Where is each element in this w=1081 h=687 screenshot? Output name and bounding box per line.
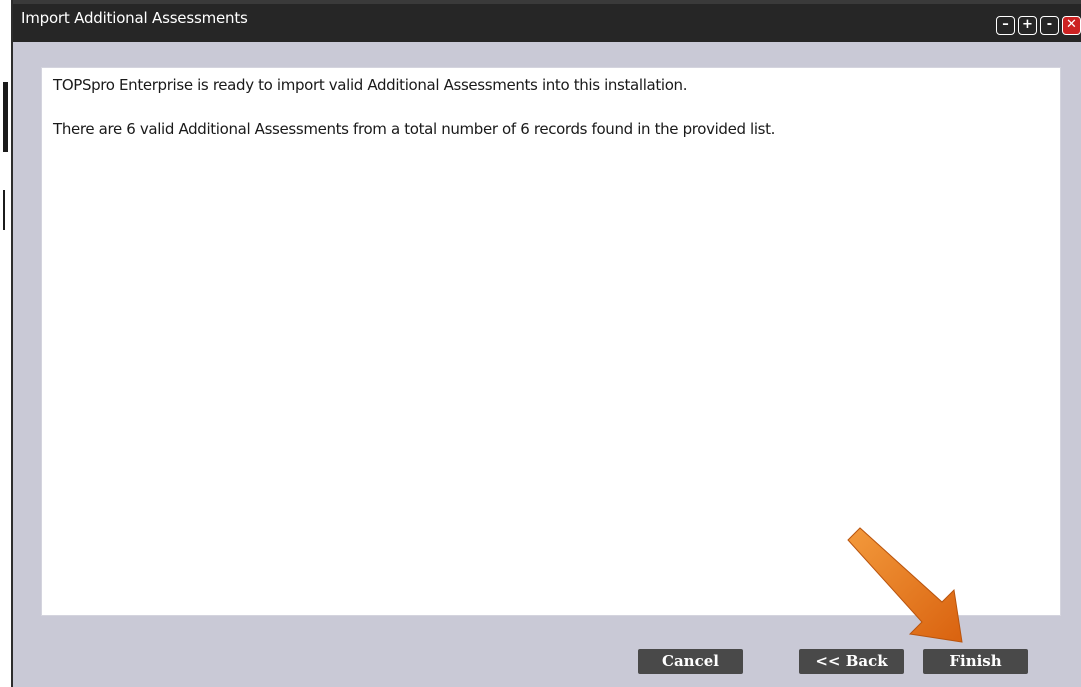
title-bar[interactable]: Import Additional Assessments – + - ✕ <box>13 0 1081 42</box>
message-panel: TOPSpro Enterprise is ready to import va… <box>41 67 1061 616</box>
maximize-icon[interactable]: + <box>1018 16 1037 35</box>
ready-message: TOPSpro Enterprise is ready to import va… <box>53 76 688 94</box>
restore-icon[interactable]: - <box>1040 16 1059 35</box>
window-title: Import Additional Assessments <box>21 9 248 27</box>
finish-button[interactable]: Finish <box>923 649 1028 674</box>
import-dialog-window: Import Additional Assessments – + - ✕ TO… <box>11 0 1081 687</box>
background-window-edge <box>0 0 11 687</box>
background-window-mark <box>3 82 8 152</box>
window-controls: – + - ✕ <box>996 16 1081 35</box>
background-window-mark <box>3 190 5 230</box>
close-icon[interactable]: ✕ <box>1062 16 1081 35</box>
cancel-button[interactable]: Cancel <box>638 649 743 674</box>
back-button[interactable]: << Back <box>799 649 904 674</box>
minimize-icon[interactable]: – <box>996 16 1015 35</box>
records-summary-message: There are 6 valid Additional Assessments… <box>53 120 776 138</box>
